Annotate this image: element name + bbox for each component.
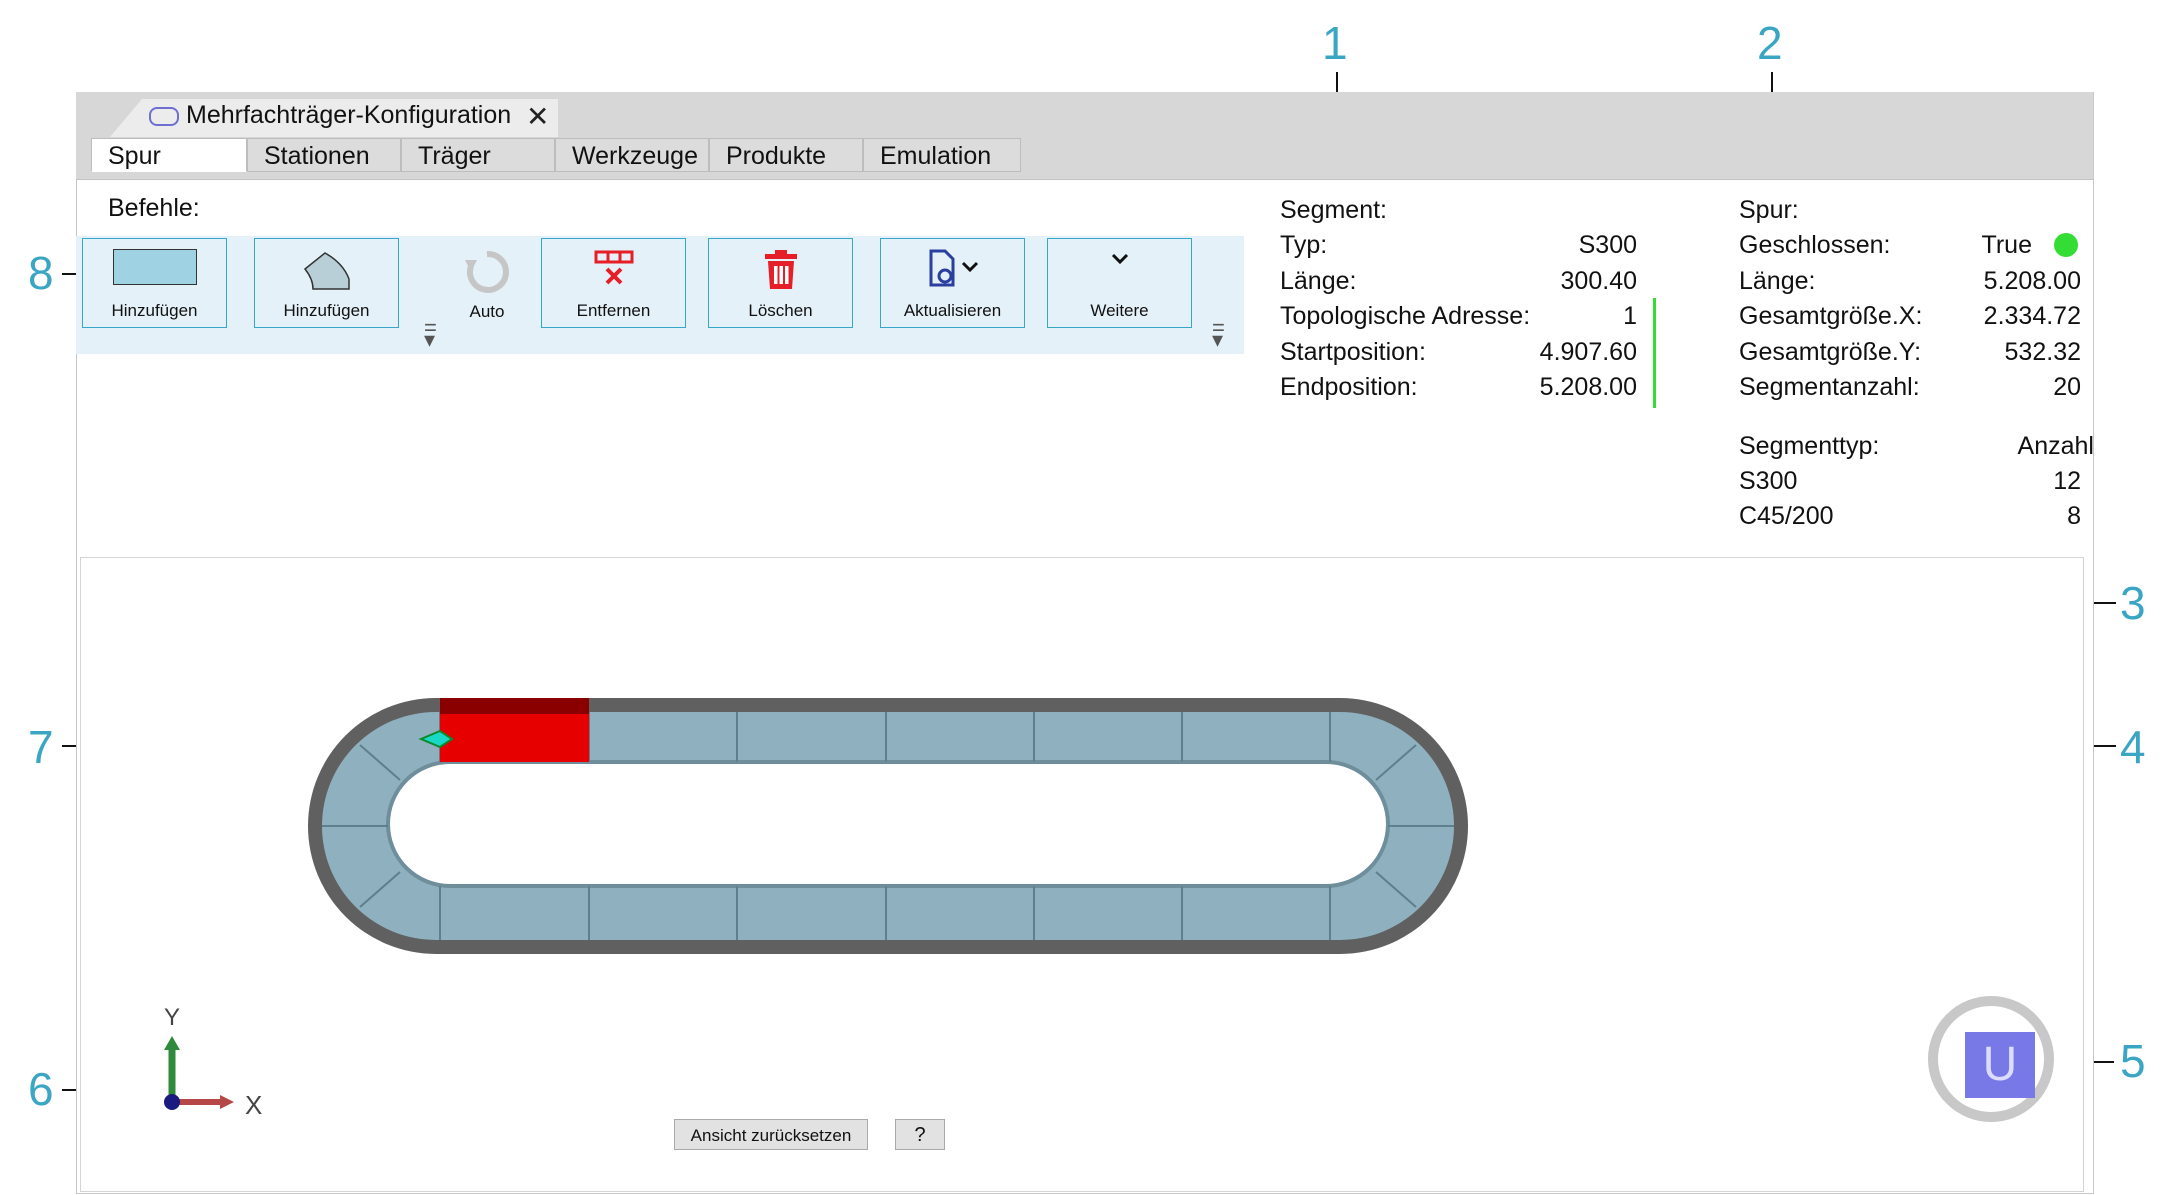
- axis-x-label: X: [245, 1090, 263, 1120]
- selected-segment-rail: [440, 698, 589, 714]
- axis-y-label: Y: [164, 1004, 181, 1031]
- help-button[interactable]: ?: [895, 1119, 945, 1150]
- track-drawing[interactable]: [0, 0, 2161, 1195]
- view-cube-face[interactable]: U: [1965, 1032, 2035, 1098]
- track-inner-opening: [388, 762, 1388, 886]
- reset-view-button[interactable]: Ansicht zurücksetzen: [674, 1119, 868, 1150]
